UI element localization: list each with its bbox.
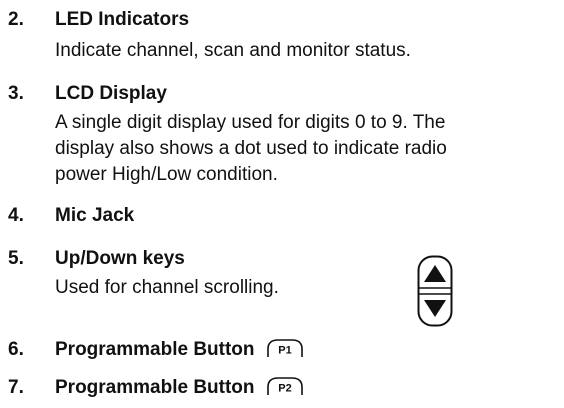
programmable-button-badge-icon: P2 [266,376,304,396]
item-description: Used for channel scrolling. [55,277,279,298]
item-title-row: Programmable Button P1 [55,338,304,362]
up-down-keys-icon [417,255,453,327]
item-description: Indicate channel, scan and monitor statu… [55,40,411,61]
item-description-line-3: power High/Low condition. [55,164,278,185]
item-description-line-2: display also shows a dot used to indicat… [55,138,447,159]
item-number: 4. [8,205,24,226]
item-title: Programmable Button [55,377,255,398]
list-item-led-indicators: 2. LED Indicators Indicate channel, scan… [0,8,564,64]
list-item-programmable-button-p2: 7. Programmable Button P2 [0,376,564,402]
item-number: 6. [8,339,24,360]
list-item-programmable-button-p1: 6. Programmable Button P1 [0,338,564,364]
item-description-line-1: A single digit display used for digits 0… [55,112,446,133]
item-number: 7. [8,377,24,398]
item-number: 5. [8,248,24,269]
badge-label: P1 [278,344,291,356]
programmable-button-badge-icon: P1 [266,338,304,358]
item-title-row: Programmable Button P2 [55,376,304,400]
item-number: 3. [8,83,24,104]
item-title: LCD Display [55,83,167,104]
item-title: Mic Jack [55,205,135,226]
list-item-up-down-keys: 5. Up/Down keys Used for channel scrolli… [0,247,564,303]
list-item-lcd-display: 3. LCD Display A single digit display us… [0,82,564,190]
item-number: 2. [8,9,24,30]
list-item-mic-jack: 4. Mic Jack [0,204,564,230]
item-title: Up/Down keys [55,248,185,269]
badge-label: P2 [278,382,291,394]
item-title: LED Indicators [55,9,190,30]
item-title: Programmable Button [55,339,255,360]
